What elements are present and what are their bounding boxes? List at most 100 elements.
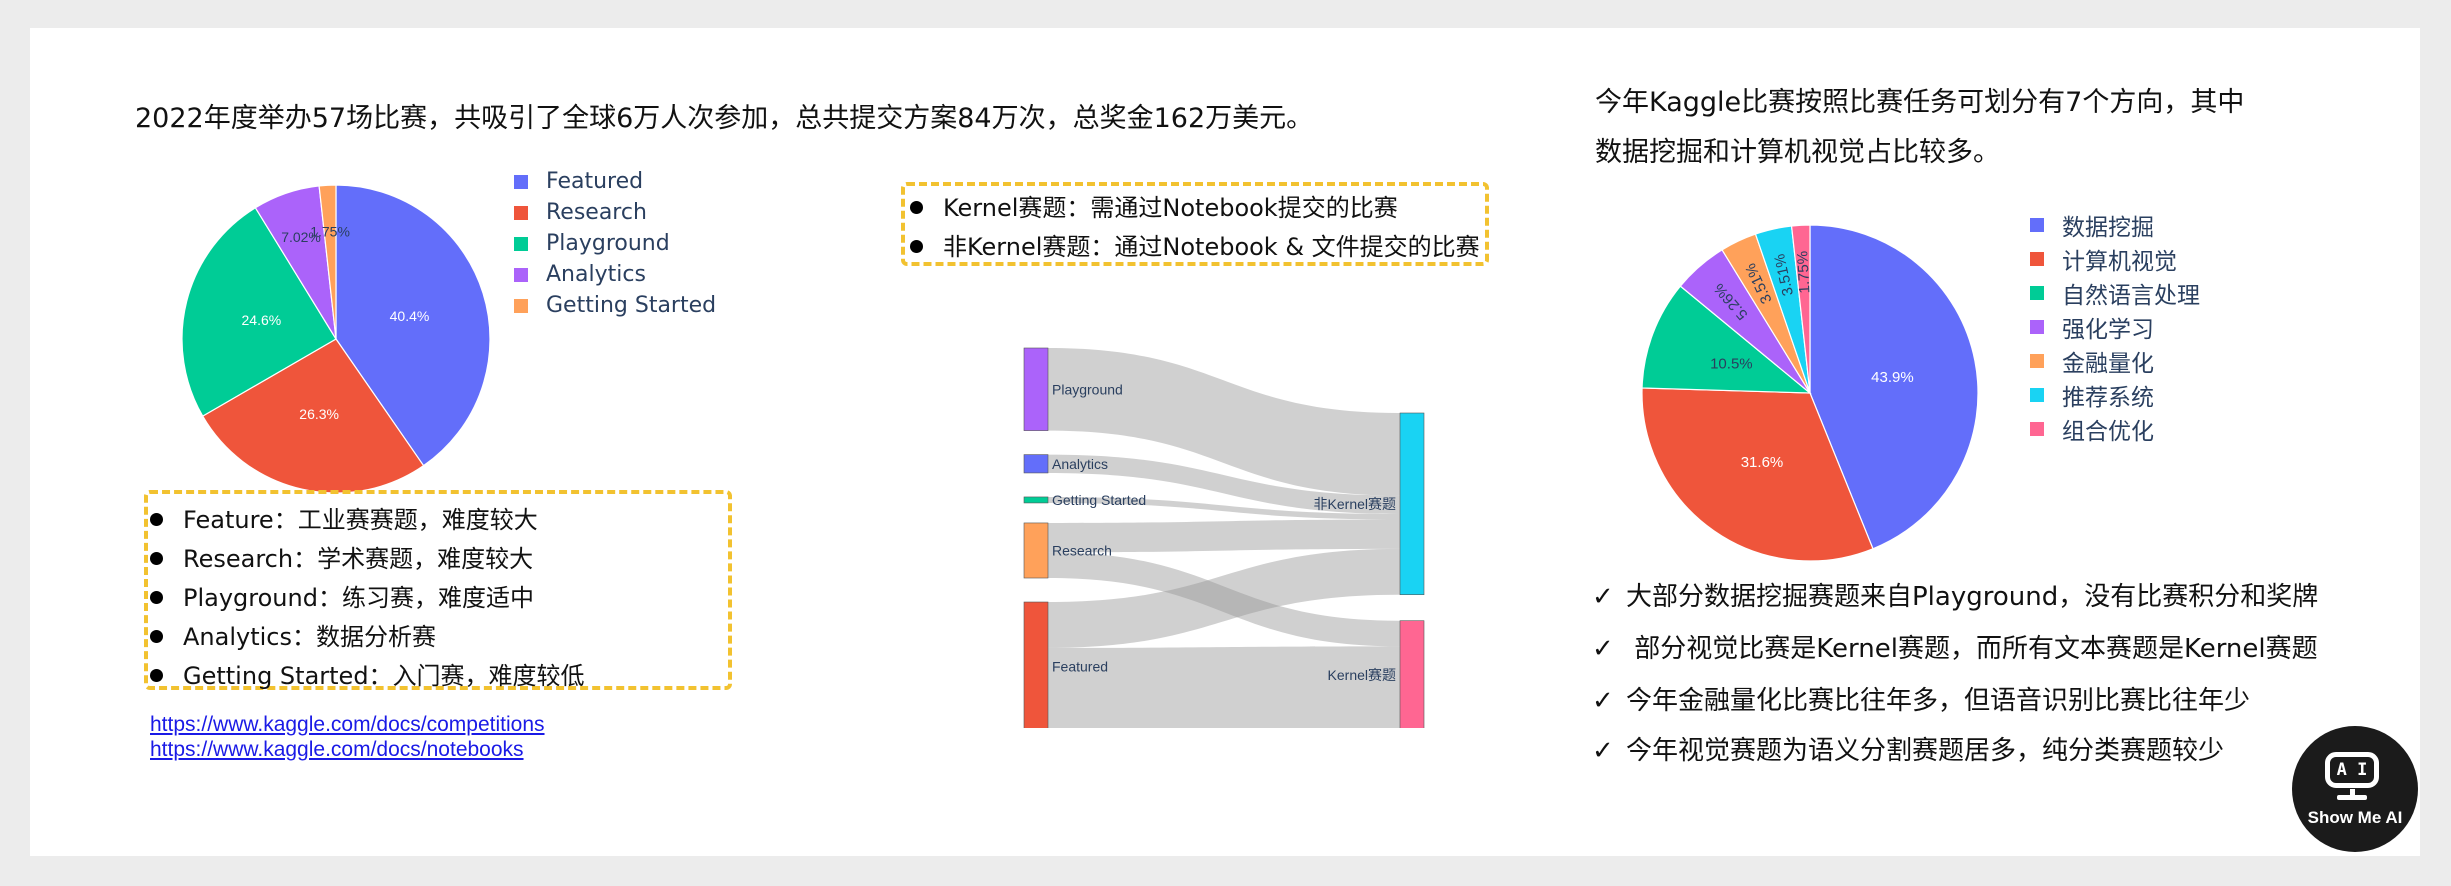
pie-value-label: 10.5% bbox=[1710, 355, 1753, 372]
pie-legend-competition-types: Featured Research Playground Analytics Getti… bbox=[514, 166, 716, 321]
right-headline-line1: 今年Kaggle比赛按照比赛任务可划分有7个方向，其中 bbox=[1595, 87, 2245, 118]
link-competitions-docs[interactable]: https://www.kaggle.com/docs/competitions bbox=[150, 713, 545, 737]
kernel-note-2-text: 非Kernel赛题：通过Notebook & 文件提交的比赛 bbox=[943, 233, 1480, 261]
sankey-node-label: Research bbox=[1052, 542, 1112, 558]
competition-type-bullet: Feature：工业赛赛题，难度较大 bbox=[150, 500, 538, 535]
bullet-desc: 数据分析赛 bbox=[315, 623, 436, 651]
competition-type-bullet: Research：学术赛题，难度较大 bbox=[150, 539, 533, 574]
sankey-node[interactable] bbox=[1399, 620, 1425, 728]
finding-text: 大部分数据挖掘赛题来自Playground，没有比赛积分和奖牌 bbox=[1626, 582, 2319, 612]
finding-item: ✓ 大部分数据挖掘赛题来自Playground，没有比赛积分和奖牌 bbox=[1592, 576, 2318, 613]
legend-label: 金融量化 bbox=[2062, 351, 2154, 377]
legend-label: 组合优化 bbox=[2062, 419, 2154, 445]
legend-swatch bbox=[514, 174, 528, 189]
bullet-label: Playground： bbox=[183, 584, 342, 612]
pie-value-label: 31.6% bbox=[1741, 454, 1784, 471]
legend-swatch bbox=[514, 298, 528, 313]
logo-base bbox=[2337, 795, 2367, 800]
pie-value-label: 24.6% bbox=[242, 312, 282, 328]
legend-swatch bbox=[2030, 388, 2044, 402]
pie-value-label: 43.9% bbox=[1871, 369, 1914, 386]
sankey-node-label: Analytics bbox=[1052, 456, 1108, 472]
legend-item[interactable]: Analytics bbox=[514, 259, 716, 290]
bullet-label: Getting Started： bbox=[183, 662, 393, 690]
legend-label: 强化学习 bbox=[2062, 317, 2154, 343]
legend-label: 计算机视觉 bbox=[2062, 249, 2177, 275]
link-notebooks-docs[interactable]: https://www.kaggle.com/docs/notebooks bbox=[150, 738, 524, 762]
robot-face-icon: A I bbox=[2325, 752, 2379, 788]
legend-item[interactable]: Playground bbox=[514, 228, 716, 259]
pie-legend-task-directions: 数据挖掘计算机视觉自然语言处理 强化学习金融量化 推荐系统组合优化 bbox=[2030, 208, 2200, 446]
bullet-dot bbox=[150, 590, 163, 604]
finding-text: 今年视觉赛题为语义分割赛题居多，纯分类赛题较少 bbox=[1626, 736, 2225, 766]
pie-value-label: 1.75% bbox=[1794, 250, 1813, 293]
bullet-desc: 练习赛，难度适中 bbox=[341, 584, 534, 612]
check-icon: ✓ bbox=[1592, 686, 1614, 716]
pie-value-label: 40.4% bbox=[390, 308, 430, 324]
finding-text: 今年金融量化比赛比往年多，但语音识别比赛比往年少 bbox=[1626, 686, 2251, 716]
legend-swatch bbox=[514, 236, 528, 251]
right-headline-line2: 数据挖掘和计算机视觉占比较多。 bbox=[1595, 137, 2000, 168]
pie-value-label: 1.75% bbox=[310, 223, 350, 239]
legend-item[interactable]: Research bbox=[514, 197, 716, 228]
bullet-dot bbox=[150, 512, 163, 526]
legend-label: Playground bbox=[546, 231, 670, 256]
bullet-label: Feature： bbox=[183, 506, 298, 534]
legend-label: 数据挖掘 bbox=[2062, 215, 2154, 241]
bullet-label: Analytics： bbox=[183, 623, 316, 651]
sankey-node-label: Kernel赛题 bbox=[1328, 667, 1396, 683]
legend-item[interactable]: Getting Started bbox=[514, 290, 716, 321]
bullet-dot bbox=[150, 668, 163, 682]
pie-chart-task-directions: 43.9%31.6%10.5%5.26%3.51%3.51%1.75% bbox=[1641, 224, 1979, 562]
sankey-node-label: Featured bbox=[1052, 658, 1108, 674]
bullet-label: Research： bbox=[183, 545, 318, 573]
legend-label: Research bbox=[546, 200, 647, 225]
bullet-desc: 工业赛赛题，难度较大 bbox=[297, 506, 538, 534]
sankey-node-label: Playground bbox=[1052, 381, 1123, 397]
legend-label: Getting Started bbox=[546, 293, 717, 318]
legend-swatch bbox=[2030, 320, 2044, 334]
check-icon: ✓ bbox=[1592, 634, 1614, 664]
legend-label: 自然语言处理 bbox=[2062, 283, 2200, 309]
finding-item: ✓ 今年视觉赛题为语义分割赛题居多，纯分类赛题较少 bbox=[1592, 730, 2224, 767]
legend-swatch bbox=[2030, 252, 2044, 266]
sankey-kernel-flow: Playground Analytics Getting Started Resear… bbox=[1023, 347, 1425, 728]
legend-swatch bbox=[2030, 422, 2044, 436]
competition-type-bullet: Analytics：数据分析赛 bbox=[150, 617, 436, 652]
sankey-node-label: Getting Started bbox=[1052, 492, 1146, 508]
bullet-desc: 学术赛题，难度较大 bbox=[317, 545, 534, 573]
finding-text: 部分视觉比赛是Kernel赛题，而所有文本赛题是Kernel赛题 bbox=[1626, 634, 2318, 664]
logo-text: Show Me AI bbox=[2307, 808, 2403, 827]
sankey-node[interactable] bbox=[1399, 412, 1425, 596]
check-icon: ✓ bbox=[1592, 736, 1614, 766]
kernel-note-1: Kernel赛题：需通过Notebook提交的比赛 bbox=[910, 188, 1398, 223]
legend-item[interactable]: 自然语言处理 bbox=[2030, 276, 2200, 310]
bullet-dot bbox=[150, 551, 163, 565]
bullet-desc: 入门赛，难度较低 bbox=[392, 662, 585, 690]
sankey-node[interactable] bbox=[1023, 347, 1049, 431]
legend-item[interactable]: 推荐系统 bbox=[2030, 378, 2200, 412]
legend-item[interactable]: 强化学习 bbox=[2030, 310, 2200, 344]
sankey-node[interactable] bbox=[1023, 522, 1049, 579]
legend-item[interactable]: 计算机视觉 bbox=[2030, 242, 2200, 276]
legend-swatch bbox=[2030, 354, 2044, 368]
legend-item[interactable]: 数据挖掘 bbox=[2030, 208, 2200, 242]
finding-item: ✓ 今年金融量化比赛比往年多，但语音识别比赛比往年少 bbox=[1592, 680, 2250, 717]
kernel-note-1-text: Kernel赛题：需通过Notebook提交的比赛 bbox=[943, 194, 1398, 222]
legend-swatch bbox=[514, 205, 528, 220]
competition-type-bullet: Getting Started：入门赛，难度较低 bbox=[150, 656, 585, 691]
sankey-node[interactable] bbox=[1023, 496, 1049, 504]
legend-item[interactable]: 组合优化 bbox=[2030, 412, 2200, 446]
slide-card: 2022年度举办57场比赛，共吸引了全球6万人次参加，总共提交方案84万次，总奖… bbox=[30, 28, 2420, 856]
legend-item[interactable]: 金融量化 bbox=[2030, 344, 2200, 378]
sankey-node[interactable] bbox=[1023, 454, 1049, 474]
kernel-note-2: 非Kernel赛题：通过Notebook & 文件提交的比赛 bbox=[910, 227, 1480, 262]
showmeai-logo: A I Show Me AI bbox=[2292, 726, 2418, 852]
legend-item[interactable]: Featured bbox=[514, 166, 716, 197]
legend-label: Featured bbox=[546, 169, 644, 194]
legend-swatch bbox=[2030, 286, 2044, 300]
check-icon: ✓ bbox=[1592, 582, 1614, 612]
legend-swatch bbox=[514, 267, 528, 282]
bullet-dot bbox=[910, 239, 923, 253]
sankey-node[interactable] bbox=[1023, 601, 1049, 728]
